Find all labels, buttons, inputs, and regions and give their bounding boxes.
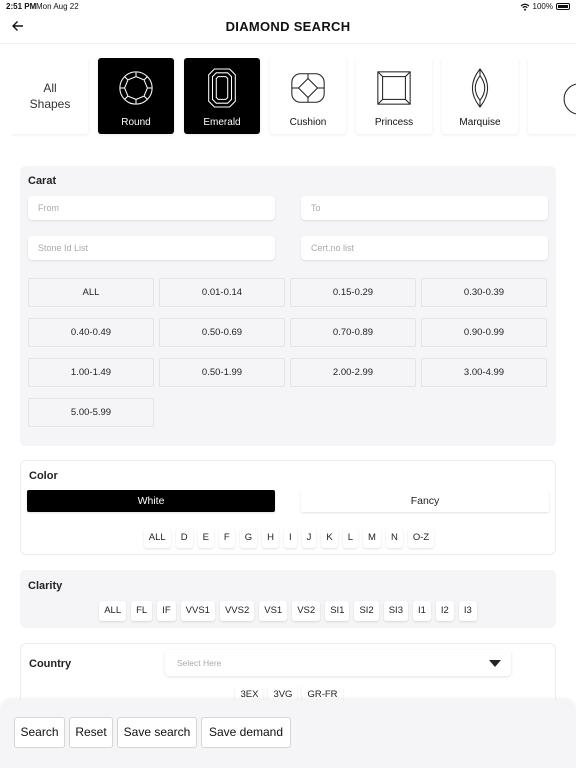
carat-card: Carat From To Stone Id List Cert.no list… <box>20 166 556 446</box>
carat-range-chip[interactable]: 3.00-4.99 <box>421 358 547 387</box>
carat-range-chip[interactable]: 0.50-1.99 <box>159 358 285 387</box>
color-grade-chip[interactable]: G <box>239 528 258 548</box>
color-grade-chip[interactable]: F <box>218 528 235 548</box>
clarity-grade-chip[interactable]: I2 <box>435 601 454 621</box>
carat-range-chip[interactable]: 0.40-0.49 <box>28 318 154 347</box>
shape-round[interactable]: Round <box>98 58 174 134</box>
wifi-icon <box>520 3 529 11</box>
color-title: Color <box>29 470 58 482</box>
battery-percent: 100% <box>532 2 553 11</box>
color-grade-chip[interactable]: N <box>385 528 403 548</box>
shape-princess[interactable]: Princess <box>356 58 432 134</box>
cert-no-input[interactable]: Cert.no list <box>301 236 548 260</box>
chevron-down-icon <box>489 660 501 667</box>
emerald-diamond-icon <box>208 68 236 108</box>
princess-diamond-icon <box>377 71 411 105</box>
save-demand-button[interactable]: Save demand <box>201 717 291 748</box>
status-right: 100% <box>520 2 570 11</box>
battery-icon <box>556 3 570 10</box>
country-title: Country <box>29 658 72 670</box>
color-grade-chip[interactable]: L <box>342 528 359 548</box>
country-select[interactable]: Select Here <box>165 650 511 676</box>
carat-range-chip[interactable]: 0.90-0.99 <box>421 318 547 347</box>
marquise-diamond-icon <box>471 68 489 108</box>
shape-emerald-label: Emerald <box>203 117 241 128</box>
shape-emerald[interactable]: Emerald <box>184 58 260 134</box>
shape-all-label-line2: Shapes <box>29 97 71 111</box>
color-grade-chip[interactable]: ALL <box>143 528 171 548</box>
color-grade-chip[interactable]: O-Z <box>407 528 435 548</box>
clarity-title: Clarity <box>28 580 63 592</box>
carat-range-chip[interactable]: 0.30-0.39 <box>421 278 547 307</box>
stone-id-input[interactable]: Stone Id List <box>28 236 275 260</box>
shape-marquise[interactable]: Marquise <box>442 58 518 134</box>
clarity-grade-chip[interactable]: SI3 <box>383 601 408 621</box>
color-white-toggle[interactable]: White <box>27 490 275 512</box>
clarity-grade-chip[interactable]: VVS2 <box>219 601 255 621</box>
carat-range-chip[interactable]: 2.00-2.99 <box>290 358 416 387</box>
color-grade-row: ALL D E F G H I J K L M N O-Z <box>21 528 557 548</box>
cushion-diamond-icon <box>291 73 325 103</box>
color-grade-chip[interactable]: D <box>175 528 193 548</box>
search-button[interactable]: Search <box>14 717 65 748</box>
round-diamond-icon <box>119 71 153 105</box>
status-date: Mon Aug 22 <box>36 2 79 11</box>
clarity-grade-chip[interactable]: VS1 <box>259 601 288 621</box>
shape-all-label-line1: All <box>43 81 57 95</box>
carat-range-chip[interactable]: 0.15-0.29 <box>290 278 416 307</box>
carat-from-input[interactable]: From <box>28 196 275 220</box>
carat-range-chip[interactable]: 0.50-0.69 <box>159 318 285 347</box>
shape-princess-label: Princess <box>374 117 414 128</box>
color-grade-chip[interactable]: K <box>321 528 338 548</box>
clarity-grade-chip[interactable]: IF <box>157 601 176 621</box>
shape-marquise-label: Marquise <box>459 117 501 128</box>
color-grade-chip[interactable]: M <box>363 528 381 548</box>
nav-bar: DIAMOND SEARCH <box>0 12 576 44</box>
clarity-grade-chip[interactable]: VVS1 <box>180 601 215 621</box>
color-grade-chip[interactable]: J <box>301 528 317 548</box>
shape-more[interactable] <box>528 58 576 134</box>
shape-cushion-label: Cushion <box>289 117 327 128</box>
color-card: Color White Fancy ALL D E F G H I J K L … <box>20 460 556 555</box>
carat-range-chip[interactable]: ALL <box>28 278 154 307</box>
color-type-toggle: White Fancy <box>27 490 549 512</box>
color-grade-chip[interactable]: E <box>197 528 214 548</box>
country-select-placeholder: Select Here <box>177 658 222 668</box>
clarity-grade-chip[interactable]: FL <box>131 601 153 621</box>
save-search-button[interactable]: Save search <box>117 717 197 748</box>
carat-range-grid: ALL 0.01-0.14 0.15-0.29 0.30-0.39 0.40-0… <box>28 278 548 427</box>
shape-all[interactable]: All Shapes <box>12 58 88 134</box>
clarity-card: Clarity ALL FL IF VVS1 VVS2 VS1 VS2 SI1 … <box>20 570 556 628</box>
carat-range-chip[interactable]: 1.00-1.49 <box>28 358 154 387</box>
clarity-grade-row: ALL FL IF VVS1 VVS2 VS1 VS2 SI1 SI2 SI3 … <box>20 601 556 621</box>
clarity-grade-chip[interactable]: I1 <box>412 601 431 621</box>
carat-range-chip[interactable]: 0.01-0.14 <box>159 278 285 307</box>
clarity-grade-chip[interactable]: I3 <box>458 601 477 621</box>
status-time: 2:51 PM <box>6 2 37 11</box>
action-buttons: Search Reset Save search Save demand <box>14 717 291 748</box>
carat-title: Carat <box>28 175 57 187</box>
carat-to-input[interactable]: To <box>301 196 548 220</box>
color-grade-chip[interactable]: I <box>284 528 297 548</box>
clarity-grade-chip[interactable]: VS2 <box>292 601 321 621</box>
color-grade-chip[interactable]: H <box>262 528 279 548</box>
carat-range-chip[interactable]: 5.00-5.99 <box>28 398 154 427</box>
color-fancy-toggle[interactable]: Fancy <box>301 490 549 512</box>
status-bar: 2:51 PM Mon Aug 22 100% <box>0 0 576 12</box>
shape-round-label: Round <box>121 117 151 128</box>
carat-range-chip[interactable]: 0.70-0.89 <box>290 318 416 347</box>
partial-shape-icon <box>563 83 576 115</box>
clarity-grade-chip[interactable]: SI1 <box>325 601 350 621</box>
reset-button[interactable]: Reset <box>69 717 113 748</box>
clarity-grade-chip[interactable]: ALL <box>99 601 127 621</box>
shape-cushion[interactable]: Cushion <box>270 58 346 134</box>
page-title: DIAMOND SEARCH <box>225 19 351 34</box>
bottom-action-bar: Search Reset Save search Save demand <box>0 700 576 768</box>
clarity-grade-chip[interactable]: SI2 <box>354 601 379 621</box>
shape-selector: All Shapes Round Emerald Cushion Princes… <box>12 58 576 138</box>
